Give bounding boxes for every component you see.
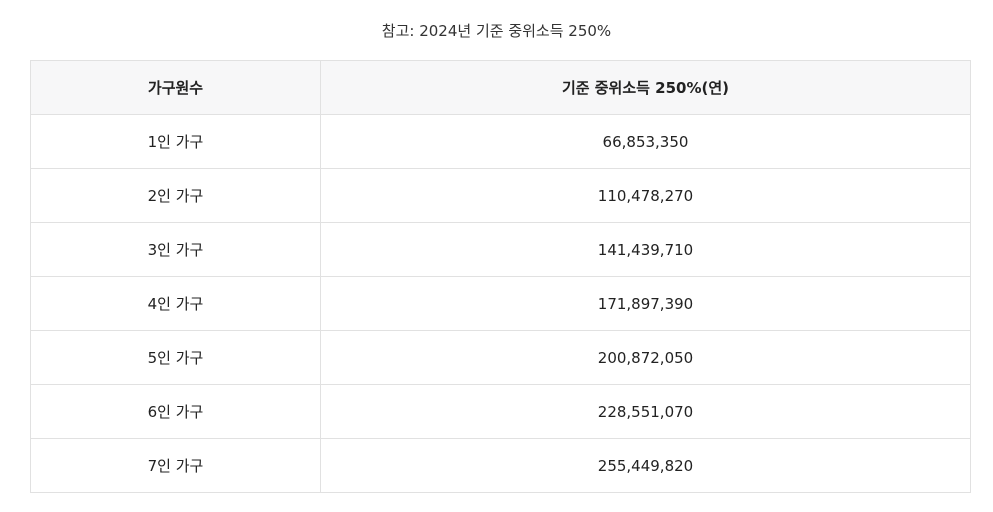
income-cell: 228,551,070	[320, 384, 971, 439]
table-row: 4인 가구 171,897,390	[30, 276, 971, 331]
header-median-income: 기준 중위소득 250%(연)	[320, 60, 971, 115]
household-size-cell: 7인 가구	[30, 438, 321, 493]
income-cell: 66,853,350	[320, 114, 971, 169]
household-size-cell: 6인 가구	[30, 384, 321, 439]
table-row: 1인 가구 66,853,350	[30, 114, 971, 169]
table-row: 2인 가구 110,478,270	[30, 168, 971, 223]
header-household-size: 가구원수	[30, 60, 321, 115]
income-cell: 141,439,710	[320, 222, 971, 277]
income-cell: 200,872,050	[320, 330, 971, 385]
household-size-cell: 3인 가구	[30, 222, 321, 277]
table-body: 1인 가구 66,853,350 2인 가구 110,478,270 3인 가구…	[30, 114, 971, 493]
table-row: 3인 가구 141,439,710	[30, 222, 971, 277]
table-row: 7인 가구 255,449,820	[30, 438, 971, 493]
table-caption: 참고: 2024년 기준 중위소득 250%	[381, 22, 612, 40]
median-income-table: 가구원수 기준 중위소득 250%(연) 1인 가구 66,853,350 2인…	[30, 60, 971, 493]
household-size-cell: 2인 가구	[30, 168, 321, 223]
table-row: 6인 가구 228,551,070	[30, 384, 971, 439]
household-size-cell: 5인 가구	[30, 330, 321, 385]
income-cell: 110,478,270	[320, 168, 971, 223]
table-header: 가구원수 기준 중위소득 250%(연)	[30, 60, 971, 115]
household-size-cell: 1인 가구	[30, 114, 321, 169]
income-cell: 171,897,390	[320, 276, 971, 331]
table-row: 5인 가구 200,872,050	[30, 330, 971, 385]
household-size-cell: 4인 가구	[30, 276, 321, 331]
income-cell: 255,449,820	[320, 438, 971, 493]
header-row: 가구원수 기준 중위소득 250%(연)	[30, 60, 971, 115]
